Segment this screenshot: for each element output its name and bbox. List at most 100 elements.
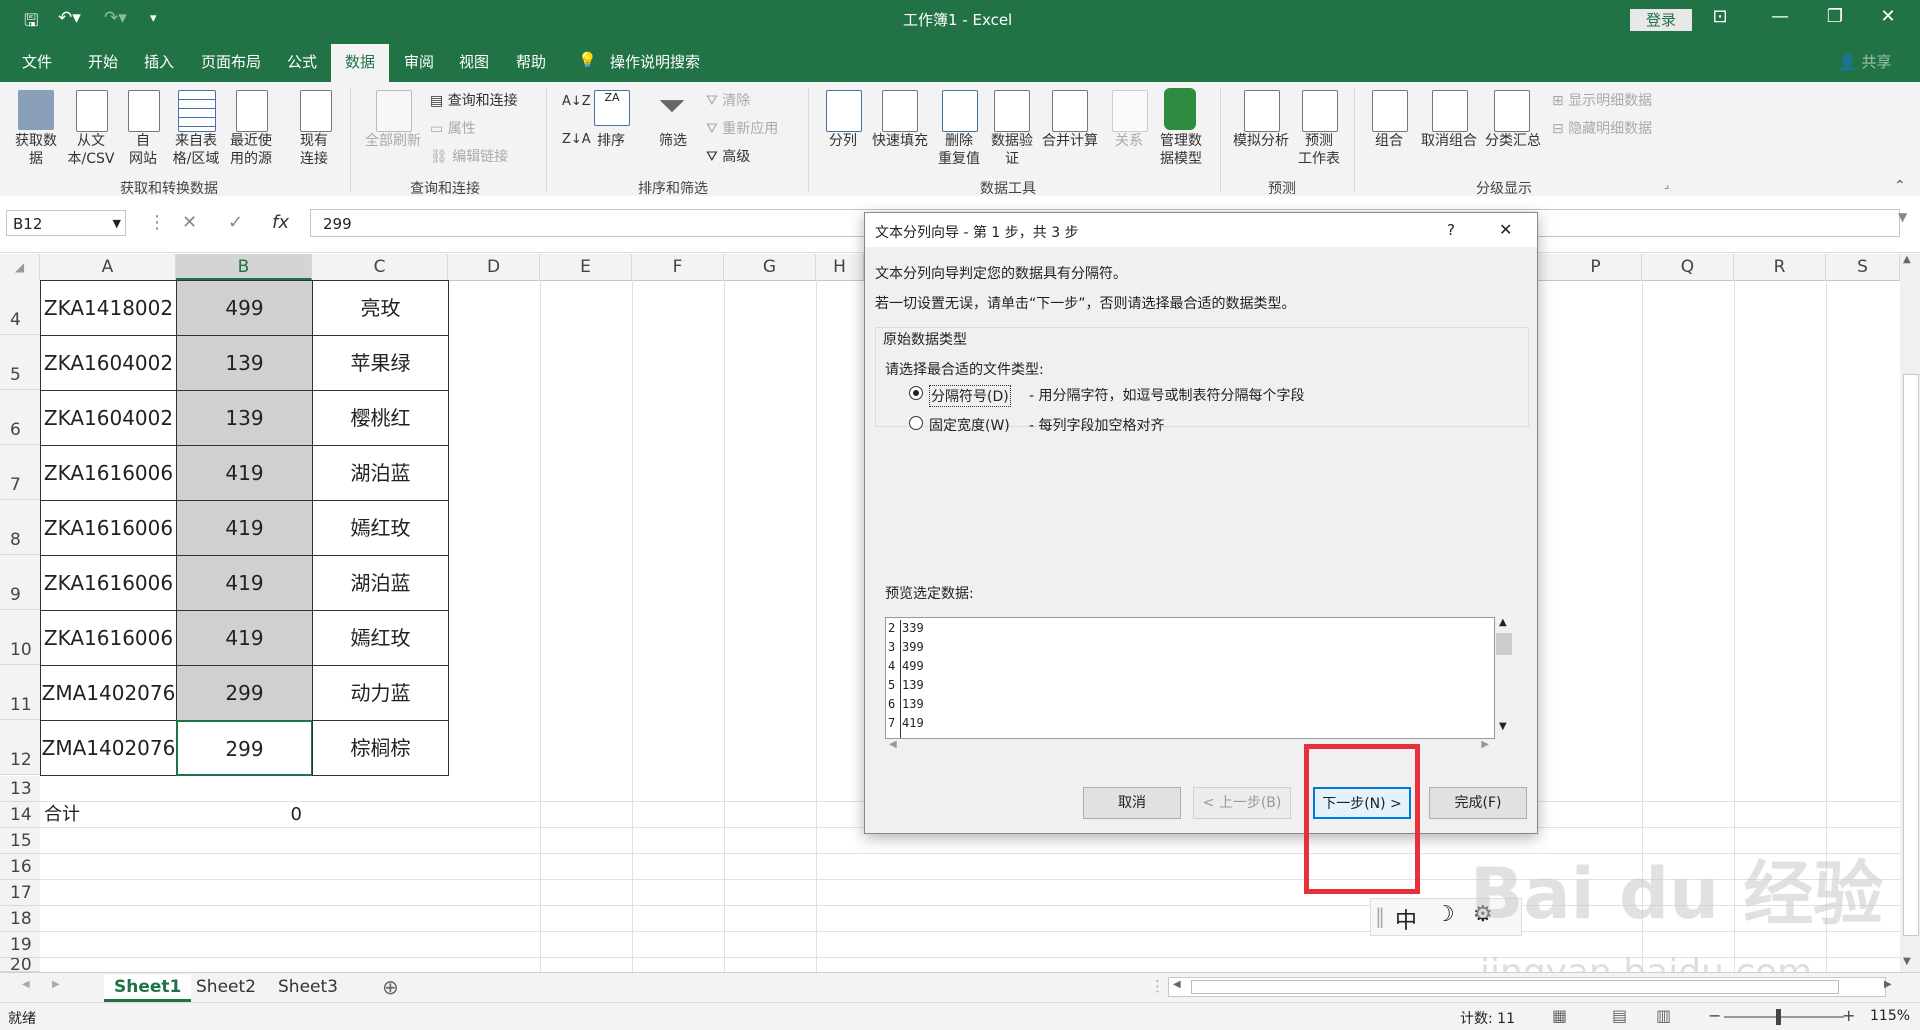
scroll-left-icon[interactable]: ◀ — [889, 739, 897, 750]
column-header-q[interactable]: Q — [1642, 254, 1734, 280]
row-header[interactable]: 8 — [0, 500, 40, 555]
tab-view[interactable]: 视图 — [459, 51, 489, 72]
scrollbar-thumb[interactable] — [1496, 633, 1512, 655]
scrollbar-thumb[interactable] — [1191, 980, 1839, 994]
from-web-button[interactable]: 自 网站 — [118, 132, 168, 168]
sort-asc-icon[interactable]: A↓Z — [562, 94, 591, 109]
clear-button[interactable]: ⛛ 清除 — [706, 90, 750, 110]
undo-icon[interactable]: ↶▾ — [58, 8, 81, 28]
flash-fill-button[interactable]: 快速填充 — [866, 132, 934, 150]
cell-a10[interactable]: ZKA1616006 — [40, 610, 177, 666]
get-data-button[interactable]: 获取数 据 — [6, 132, 66, 168]
zoom-out-icon[interactable]: − — [1708, 1006, 1721, 1025]
normal-view-icon[interactable]: ▦ — [1552, 1006, 1567, 1025]
ime-mode-toggle[interactable]: 中 — [1395, 903, 1417, 935]
cell-c10[interactable]: 嫣红玫 — [312, 610, 449, 666]
column-header-d[interactable]: D — [448, 254, 540, 280]
row-header[interactable]: 17 — [0, 880, 40, 906]
column-header-p[interactable]: P — [1550, 254, 1642, 280]
moon-icon[interactable]: ☽ — [1435, 902, 1455, 927]
zoom-level[interactable]: 115% — [1870, 1008, 1910, 1024]
forecast-sheet-button[interactable]: 预测 工作表 — [1292, 132, 1346, 168]
show-detail-button[interactable]: ⊞ 显示明细数据 — [1552, 90, 1652, 110]
insert-function-icon[interactable]: fx — [272, 212, 289, 233]
scroll-left-icon[interactable]: ◀ — [1173, 979, 1181, 990]
scroll-up-icon[interactable]: ▲ — [1903, 254, 1911, 265]
sort-desc-icon[interactable]: Z↓A — [562, 132, 591, 147]
row-header[interactable]: 10 — [0, 610, 40, 665]
manage-data-model-button[interactable]: 管理数 据模型 — [1152, 132, 1210, 168]
column-header-b[interactable]: B — [176, 254, 312, 280]
row-header[interactable]: 9 — [0, 555, 40, 610]
cell-c6[interactable]: 樱桃红 — [312, 390, 449, 446]
cell-c9[interactable]: 湖泊蓝 — [312, 555, 449, 611]
remove-duplicates-button[interactable]: 删除 重复值 — [930, 132, 988, 168]
collapse-ribbon-icon[interactable]: ⌃ — [1894, 178, 1906, 194]
back-button[interactable]: < 上一步(B) — [1193, 787, 1291, 819]
tab-file[interactable]: 文件 — [22, 51, 52, 72]
column-header-r[interactable]: R — [1734, 254, 1826, 280]
group-button[interactable]: 组合 — [1362, 132, 1416, 150]
filter-button[interactable]: 筛选 — [650, 132, 696, 150]
expand-formula-icon[interactable]: ▼ — [1898, 210, 1907, 224]
row-header[interactable]: 11 — [0, 665, 40, 720]
column-header-h[interactable]: H — [816, 254, 864, 280]
cancel-button[interactable]: 取消 — [1083, 787, 1181, 819]
preview-vscroll[interactable]: ▲ ▼ — [1495, 617, 1513, 737]
preview-box[interactable]: 2 339 3 399 4 499 5 139 6 139 7 419 — [885, 617, 1495, 739]
delimited-radio[interactable] — [909, 386, 923, 400]
zoom-in-icon[interactable]: + — [1842, 1006, 1855, 1025]
row-header[interactable]: 16 — [0, 854, 40, 880]
finish-button[interactable]: 完成(F) — [1429, 787, 1527, 819]
column-header-e[interactable]: E — [540, 254, 632, 280]
row-header[interactable]: 18 — [0, 906, 40, 932]
tell-me-search[interactable]: 操作说明搜索 — [610, 51, 700, 72]
column-header-a[interactable]: A — [40, 254, 176, 280]
next-sheet-icon[interactable]: ▶ — [52, 979, 60, 990]
total-value-cell[interactable]: 0 — [176, 802, 312, 828]
scroll-right-icon[interactable]: ▶ — [1481, 739, 1489, 750]
ungroup-button[interactable]: 取消组合 — [1414, 132, 1484, 150]
properties-button[interactable]: ▭ 属性 — [430, 118, 476, 138]
cell-c12[interactable]: 棕榈棕 — [312, 720, 449, 776]
outline-launcher-icon[interactable]: ⌟ — [1664, 178, 1669, 191]
scroll-down-icon[interactable]: ▼ — [1499, 721, 1507, 732]
add-sheet-icon[interactable]: ⊕ — [382, 975, 399, 999]
scroll-right-icon[interactable]: ▶ — [1884, 979, 1892, 990]
cell-a8[interactable]: ZKA1616006 — [40, 500, 177, 556]
cell-a7[interactable]: ZKA1616006 — [40, 445, 177, 501]
row-header[interactable]: 6 — [0, 390, 40, 445]
cell-c5[interactable]: 苹果绿 — [312, 335, 449, 391]
cell-a5[interactable]: ZKA1604002 — [40, 335, 177, 391]
sort-button[interactable]: 排序 — [588, 132, 634, 150]
restore-button[interactable]: ❐ — [1820, 6, 1850, 27]
cell-b8[interactable]: 419 — [176, 500, 313, 556]
scroll-down-icon[interactable]: ▼ — [1903, 956, 1911, 967]
page-break-view-icon[interactable]: ▥ — [1656, 1006, 1671, 1025]
text-to-columns-button[interactable]: 分列 — [820, 132, 866, 150]
subtotal-button[interactable]: 分类汇总 — [1478, 132, 1548, 150]
fixed-width-radio[interactable] — [909, 416, 923, 430]
delimited-label[interactable]: 分隔符号(D) — [929, 385, 1011, 407]
select-all-corner[interactable]: ◢ — [0, 254, 40, 280]
column-header-s[interactable]: S — [1826, 254, 1900, 280]
zoom-slider-thumb[interactable] — [1776, 1009, 1781, 1025]
relationships-button[interactable]: 关系 — [1106, 132, 1152, 150]
recent-sources-button[interactable]: 最近使 用的源 — [222, 132, 280, 168]
vertical-scrollbar[interactable]: ▲ ▼ — [1900, 254, 1920, 972]
ribbon-display-icon[interactable]: ⊡ — [1705, 6, 1735, 27]
queries-connections-button[interactable]: ▤ 查询和连接 — [430, 90, 518, 110]
consolidate-button[interactable]: 合并计算 — [1036, 132, 1104, 150]
login-button[interactable]: 登录 — [1630, 9, 1692, 31]
cell-a6[interactable]: ZKA1604002 — [40, 390, 177, 446]
row-header[interactable]: 20 — [0, 958, 40, 972]
horizontal-scrollbar[interactable]: ◀ — [1168, 977, 1886, 997]
row-header[interactable]: 4 — [0, 280, 40, 335]
help-button[interactable]: ? — [1447, 221, 1455, 239]
hide-detail-button[interactable]: ⊟ 隐藏明细数据 — [1552, 118, 1652, 138]
tab-page-layout[interactable]: 页面布局 — [201, 51, 261, 72]
sheet-tab-sheet2[interactable]: Sheet2 — [186, 975, 266, 999]
name-box[interactable]: B12 ▼ — [6, 210, 126, 236]
zoom-slider[interactable] — [1724, 1016, 1844, 1018]
sheet-tab-sheet1[interactable]: Sheet1 — [104, 975, 192, 1002]
